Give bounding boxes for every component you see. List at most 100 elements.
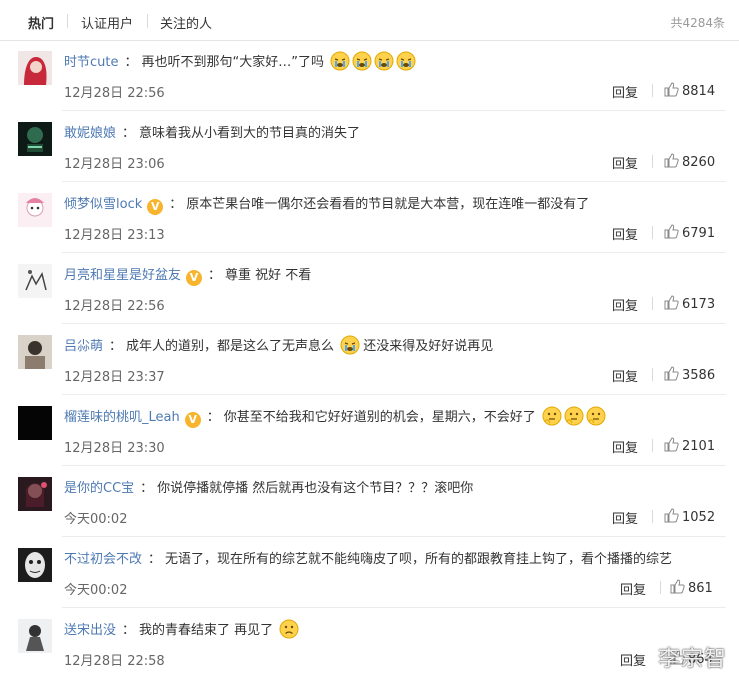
comment-text: 尊重 祝好 不看: [225, 268, 312, 283]
like-count: 8814: [682, 84, 716, 99]
comment-text: 意味着我从小看到大的节目真的消失了: [139, 126, 361, 141]
avatar[interactable]: [18, 477, 52, 511]
thinking-face-icon: [542, 406, 562, 426]
action-divider: [652, 84, 653, 97]
tab-verified-users[interactable]: 认证用户: [81, 13, 133, 32]
avatar[interactable]: [18, 619, 52, 653]
like-button[interactable]: 8814: [664, 82, 715, 99]
like-button[interactable]: 861: [670, 579, 713, 596]
action-divider: [652, 439, 653, 452]
crying-face-icon: [374, 51, 394, 71]
avatar[interactable]: [18, 548, 52, 582]
like-button[interactable]: 1052: [664, 508, 715, 525]
avatar[interactable]: [18, 264, 52, 298]
thumbs-up-icon: [664, 295, 679, 310]
colon: ：: [124, 55, 138, 70]
action-divider: [660, 581, 661, 594]
thumbs-up-icon: [670, 579, 685, 594]
comment-time: 12月28日 23:06: [64, 157, 165, 172]
verified-badge-icon: V: [184, 412, 201, 428]
avatar[interactable]: [18, 51, 52, 85]
like-button[interactable]: 3586: [664, 366, 715, 383]
thumbs-up-icon: [664, 82, 679, 97]
comment-filter-tabs: 热门 认证用户 关注的人 共4284条: [0, 0, 739, 41]
action-divider: [652, 155, 653, 168]
comment-text-after: 还没来得及好好说再见: [363, 339, 494, 354]
username-link[interactable]: 敢妮娘娘: [64, 126, 116, 141]
action-divider: [652, 368, 653, 381]
like-button[interactable]: 2101: [664, 437, 715, 454]
comment-time: 今天00:02: [64, 512, 128, 527]
crying-face-icon: [330, 51, 350, 71]
thumbs-up-icon: [664, 153, 679, 168]
comment-text: 无语了，现在所有的综艺就不能纯嗨皮了呗，所有的都跟教育挂上钩了，看个播播的综艺: [165, 552, 673, 567]
colon: ：: [169, 197, 183, 212]
comment-time: 12月28日 22:56: [64, 86, 165, 101]
username-link[interactable]: 时节cute: [64, 55, 118, 70]
comment-item: 送宋出没：我的青春结束了 再见了 12月28日 22:58 回复 864: [0, 608, 739, 679]
tab-divider: [67, 14, 68, 28]
action-divider: [652, 510, 653, 523]
comment-item: 时节cute ：再也听不到那句“大家好…”了吗 12月28日 22:56 回复 8…: [0, 40, 739, 111]
reply-button[interactable]: 回复: [612, 82, 638, 101]
thinking-face-icon: [586, 406, 606, 426]
verified-badge-icon: V: [147, 199, 164, 215]
comment-item: 榴莲味的桃叽_Leah V ：你甚至不给我和它好好道别的机会，星期六，不会好了 12…: [0, 395, 739, 466]
reply-button[interactable]: 回复: [612, 366, 638, 385]
reply-button[interactable]: 回复: [612, 508, 638, 527]
username-link[interactable]: 月亮和星星是好盆友: [64, 268, 181, 283]
sad-face-icon: [279, 619, 299, 639]
like-count: 3586: [682, 368, 716, 383]
thumbs-up-icon: [664, 437, 679, 452]
username-link[interactable]: 不过初会不改: [64, 552, 142, 567]
verified-badge-icon: V: [186, 270, 203, 286]
comment-text: 你甚至不给我和它好好道别的机会，星期六，不会好了: [223, 410, 536, 425]
like-count: 2101: [682, 439, 716, 454]
username-link[interactable]: 榴莲味的桃叽_Leah: [64, 410, 180, 425]
action-divider: [652, 297, 653, 310]
comment-item: 是你的CC宝 ：你说停播就停播 然后就再也没有这个节目？？？滚吧你 今天00:02…: [0, 466, 739, 537]
avatar[interactable]: [18, 335, 52, 369]
like-button[interactable]: 8260: [664, 153, 715, 170]
comment-text: 再也听不到那句“大家好…”了吗: [141, 55, 324, 70]
comment-time: 今天00:02: [64, 583, 128, 598]
avatar[interactable]: [18, 122, 52, 156]
thumbs-up-icon: [664, 366, 679, 381]
comment-item: 月亮和星星是好盆友 V ：尊重 祝好 不看 12月28日 22:56 回复 6173: [0, 253, 739, 324]
tab-hot[interactable]: 热门: [28, 13, 54, 32]
avatar[interactable]: [18, 193, 52, 227]
colon: ：: [148, 552, 162, 567]
reply-button[interactable]: 回复: [612, 437, 638, 456]
thumbs-up-icon: [664, 508, 679, 523]
username-link[interactable]: 吕尛萌: [64, 339, 103, 354]
comment-item: 倾梦似雪lock V ：原本芒果台唯一偶尔还会看看的节目就是大本营，现在连唯一都没有…: [0, 182, 739, 253]
reply-button[interactable]: 回复: [612, 295, 638, 314]
colon: ：: [208, 268, 222, 283]
reply-button[interactable]: 回复: [612, 153, 638, 172]
crying-face-icon: [396, 51, 416, 71]
username-link[interactable]: 送宋出没: [64, 623, 116, 638]
colon: ：: [122, 126, 136, 141]
crying-face-icon: [352, 51, 372, 71]
comment-time: 12月28日 23:37: [64, 370, 165, 385]
comment-text: 原本芒果台唯一偶尔还会看看的节目就是大本营，现在连唯一都没有了: [186, 197, 590, 212]
like-button[interactable]: 6173: [664, 295, 715, 312]
watermark: 李宗智: [657, 647, 727, 672]
reply-button[interactable]: 回复: [620, 579, 646, 598]
action-divider: [652, 226, 653, 239]
tab-following[interactable]: 关注的人: [160, 13, 212, 32]
like-button[interactable]: 6791: [664, 224, 715, 241]
comment-total-count: 共4284条: [670, 16, 725, 30]
thinking-face-icon: [564, 406, 584, 426]
like-count: 1052: [682, 510, 716, 525]
avatar[interactable]: [18, 406, 52, 440]
colon: ：: [206, 410, 220, 425]
reply-button[interactable]: 回复: [612, 224, 638, 243]
thumbs-up-icon: [664, 224, 679, 239]
colon: ：: [140, 481, 154, 496]
comment-item: 不过初会不改 ：无语了，现在所有的综艺就不能纯嗨皮了呗，所有的都跟教育挂上钩了，看…: [0, 537, 739, 608]
reply-button[interactable]: 回复: [620, 650, 646, 669]
colon: ：: [109, 339, 123, 354]
username-link[interactable]: 倾梦似雪lock: [64, 197, 142, 212]
username-link[interactable]: 是你的CC宝: [64, 481, 134, 496]
